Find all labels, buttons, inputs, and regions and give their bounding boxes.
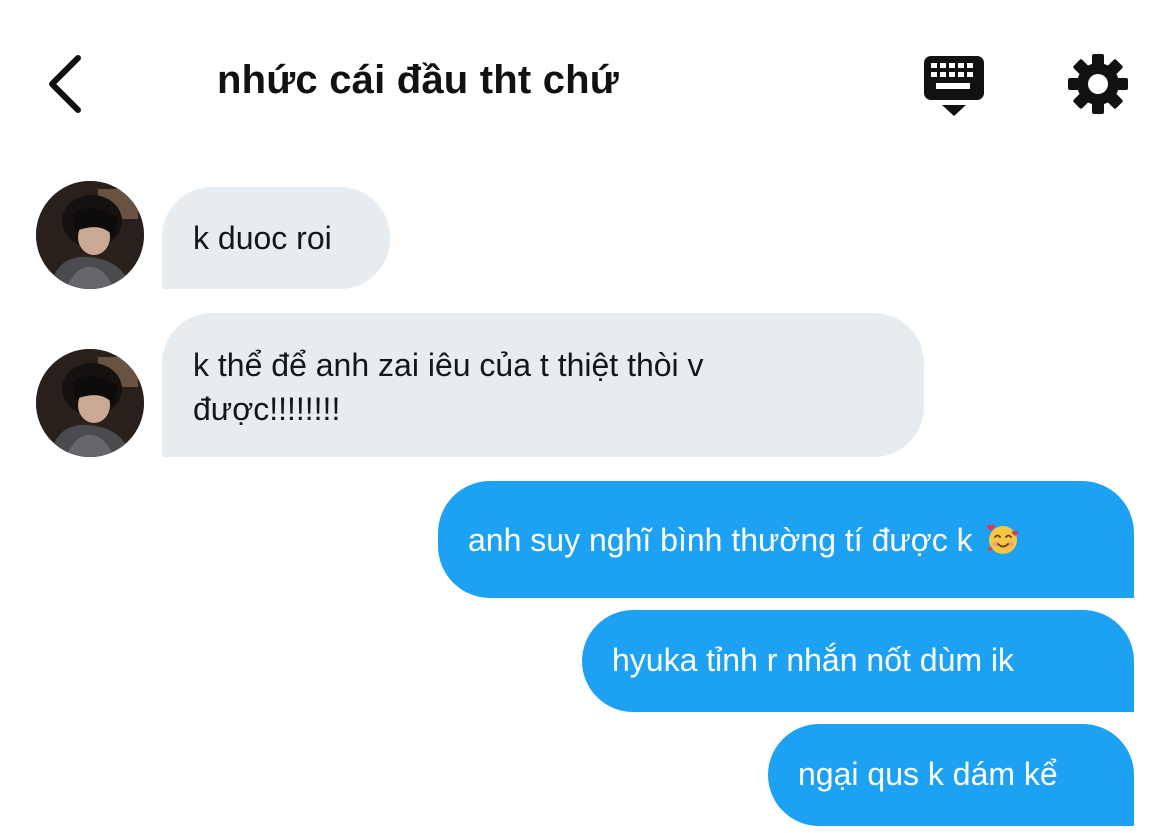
conversation-header: nhức cái đầu tht chứ: [0, 0, 1170, 170]
back-button[interactable]: [40, 52, 96, 116]
outgoing-message[interactable]: anh suy nghĩ bình thường tí được k: [438, 481, 1134, 598]
gear-icon: [1068, 54, 1128, 114]
message-text-line: được!!!!!!!!: [193, 391, 341, 427]
conversation-title: nhức cái đầu tht chứ: [217, 58, 619, 102]
incoming-message[interactable]: k duoc roi: [162, 187, 390, 289]
settings-button[interactable]: [1066, 52, 1130, 116]
chevron-left-icon: [49, 55, 81, 113]
keyboard-icon: [924, 56, 984, 116]
message-text: k duoc roi: [193, 220, 332, 256]
avatar[interactable]: [36, 181, 144, 289]
message-text: anh suy nghĩ bình thường tí được k: [468, 522, 973, 558]
avatar[interactable]: [36, 349, 144, 457]
avatar-photo: [36, 349, 144, 457]
message-text: ngại qus k dám kể: [798, 756, 1058, 792]
avatar-photo: [36, 181, 144, 289]
outgoing-message[interactable]: ngại qus k dám kể: [768, 724, 1134, 826]
message-text-line: k thể để anh zai iêu của t thiệt thòi v: [193, 347, 704, 383]
incoming-message[interactable]: k thể để anh zai iêu của t thiệt thòi v …: [162, 313, 924, 457]
keyboard-button[interactable]: [920, 52, 988, 118]
smiling-face-with-hearts-emoji: [986, 524, 1018, 554]
outgoing-message[interactable]: hyuka tỉnh r nhắn nốt dùm ik: [582, 610, 1134, 712]
message-text: hyuka tỉnh r nhắn nốt dùm ik: [612, 642, 1015, 678]
